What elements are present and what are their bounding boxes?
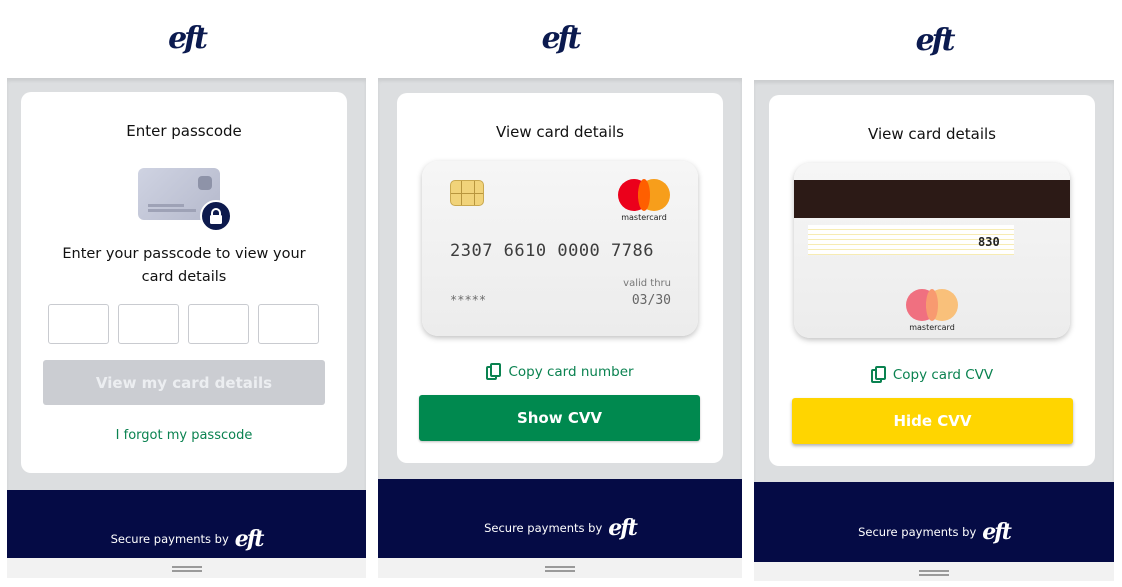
card-cvv-panel: eft View card details 830 mastercard Cop… xyxy=(754,0,1114,581)
copy-card-cvv-button[interactable]: Copy card CVV xyxy=(769,366,1095,383)
passcode-digit-4[interactable] xyxy=(258,304,319,344)
header-bar: eft xyxy=(754,0,1114,80)
eft-logo: eft xyxy=(168,21,208,56)
forgot-passcode-link[interactable]: I forgot my passcode xyxy=(21,428,347,443)
lock-icon xyxy=(200,200,232,232)
page-title: Enter passcode xyxy=(126,122,242,140)
drag-handle-icon[interactable] xyxy=(171,566,202,572)
page-title: View card details xyxy=(496,123,624,141)
eft-footer-logo: eft xyxy=(234,526,265,552)
masked-cvv: ***** xyxy=(450,293,487,307)
header-bar: eft xyxy=(7,0,366,78)
card-cvv-card: View card details 830 mastercard Copy ca… xyxy=(769,95,1095,466)
copy-card-cvv-label: Copy card CVV xyxy=(892,366,994,383)
bottom-sheet-handle-bar xyxy=(7,558,366,578)
show-cvv-button[interactable]: Show CVV xyxy=(419,395,700,441)
secure-payments: Secure payments by eft xyxy=(754,521,1114,543)
secure-payments: Secure payments by eft xyxy=(7,528,366,550)
mastercard-logo-icon: mastercard xyxy=(618,179,670,223)
content-area: Enter passcode Enter your passcode to vi… xyxy=(7,78,366,490)
mastercard-wordmark: mastercard xyxy=(909,323,955,332)
passcode-digit-1[interactable] xyxy=(48,304,109,344)
content-area: View card details mastercard 2307 6610 0… xyxy=(378,78,742,479)
passcode-panel: eft Enter passcode Enter your passcode t… xyxy=(7,0,366,578)
card-details-panel: eft View card details mastercard 2307 66… xyxy=(378,0,742,578)
passcode-prompt: Enter your passcode to view your card de… xyxy=(21,243,347,289)
prompt-line-2: card details xyxy=(141,269,227,285)
emv-chip-icon xyxy=(450,180,484,206)
hide-cvv-button[interactable]: Hide CVV xyxy=(792,398,1073,444)
secure-payments-text: Secure payments by xyxy=(110,532,229,546)
bottom-sheet-handle-bar xyxy=(378,558,742,578)
secure-payments-text: Secure payments by xyxy=(858,525,977,539)
mastercard-logo-icon: mastercard xyxy=(906,289,958,333)
eft-logo: eft xyxy=(915,23,956,58)
card-back: 830 mastercard xyxy=(794,163,1070,338)
passcode-digit-3[interactable] xyxy=(188,304,249,344)
prompt-line-1: Enter your passcode to view your xyxy=(62,246,306,262)
drag-handle-icon[interactable] xyxy=(545,566,575,572)
header-bar: eft xyxy=(378,0,742,78)
mastercard-wordmark: mastercard xyxy=(621,213,667,222)
eft-footer-logo: eft xyxy=(608,515,638,541)
eft-footer-logo: eft xyxy=(982,519,1012,545)
page-title: View card details xyxy=(868,125,996,143)
valid-thru-label: valid thru xyxy=(623,278,671,289)
copy-icon xyxy=(870,366,886,383)
card-details-card: View card details mastercard 2307 6610 0… xyxy=(397,93,723,463)
card-front: mastercard 2307 6610 0000 7786 ***** val… xyxy=(422,161,698,336)
copy-icon xyxy=(486,363,502,380)
footer: Secure payments by eft xyxy=(754,482,1114,562)
footer: Secure payments by eft xyxy=(378,479,742,558)
magnetic-stripe xyxy=(794,180,1070,218)
secure-payments: Secure payments by eft xyxy=(378,517,742,539)
drag-handle-icon[interactable] xyxy=(919,570,949,576)
passcode-card: Enter passcode Enter your passcode to vi… xyxy=(21,92,347,473)
copy-card-number-button[interactable]: Copy card number xyxy=(397,363,723,380)
card-expiry: 03/30 xyxy=(631,293,671,308)
copy-card-number-label: Copy card number xyxy=(508,363,634,380)
passcode-digit-2[interactable] xyxy=(118,304,179,344)
view-card-details-button[interactable]: View my card details xyxy=(43,360,325,405)
bottom-sheet-handle-bar xyxy=(754,562,1114,581)
secure-payments-text: Secure payments by xyxy=(484,521,603,535)
footer: Secure payments by eft xyxy=(7,490,366,558)
content-area: View card details 830 mastercard Copy ca… xyxy=(754,80,1114,482)
cvv-value: 830 xyxy=(978,235,1000,249)
eft-logo: eft xyxy=(541,21,582,56)
card-number: 2307 6610 0000 7786 xyxy=(450,241,654,261)
locked-card-illustration xyxy=(138,168,234,234)
